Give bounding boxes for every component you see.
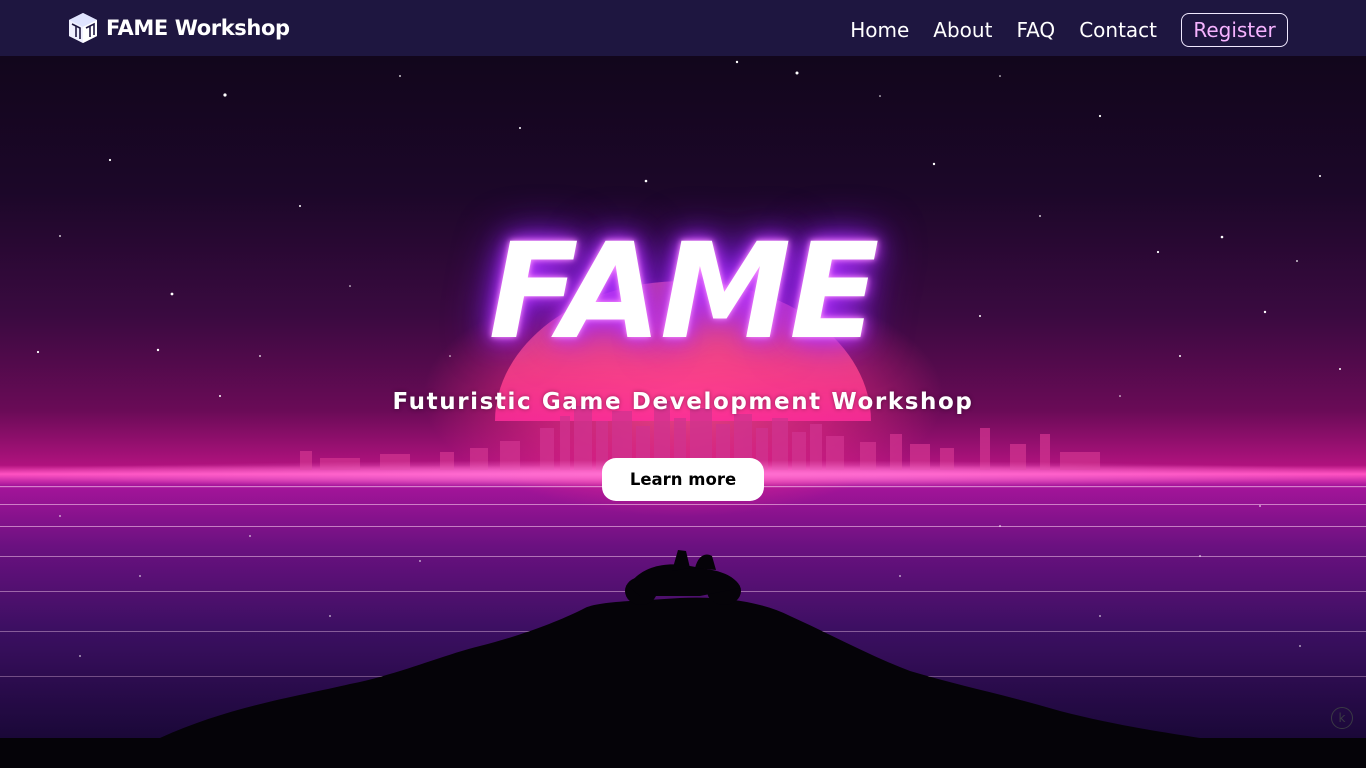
motorcycle-silhouette bbox=[625, 550, 741, 605]
learn-more-button[interactable]: Learn more bbox=[602, 458, 764, 501]
hero-subtitle: Futuristic Game Development Workshop bbox=[392, 389, 974, 415]
hero-background: FAME Futuristic Game Development Worksho… bbox=[0, 56, 1366, 738]
hero-title: FAME bbox=[488, 215, 880, 369]
hill-silhouette bbox=[160, 597, 1200, 738]
brand-name: FAME Workshop bbox=[106, 16, 290, 40]
nav-link-contact[interactable]: Contact bbox=[1079, 18, 1157, 42]
nav-link-about[interactable]: About bbox=[933, 18, 992, 42]
nav-menu: Home About FAQ Contact Register bbox=[850, 12, 1288, 48]
bottom-bar bbox=[0, 738, 1366, 768]
navbar: FAME Workshop Home About FAQ Contact Reg… bbox=[0, 0, 1366, 56]
brand-link[interactable]: FAME Workshop bbox=[68, 12, 290, 44]
nav-link-faq[interactable]: FAQ bbox=[1016, 18, 1055, 42]
cube-logo-icon bbox=[69, 13, 97, 43]
corner-k-icon[interactable]: k bbox=[1331, 707, 1353, 729]
nav-link-home[interactable]: Home bbox=[850, 18, 909, 42]
register-button[interactable]: Register bbox=[1181, 13, 1288, 47]
